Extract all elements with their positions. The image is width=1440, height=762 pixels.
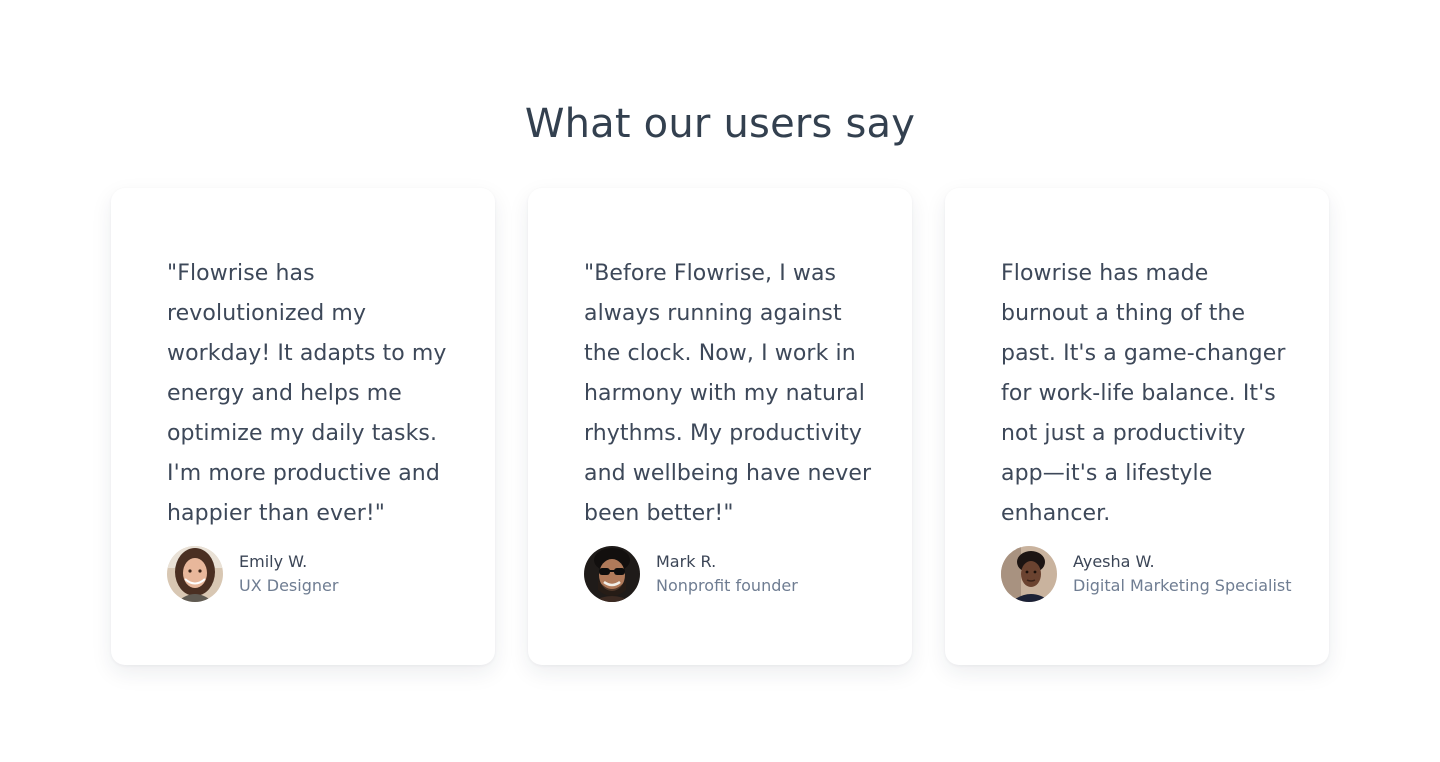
author-role: Nonprofit founder <box>656 576 798 595</box>
testimonial-quote: "Before Flowrise, I was always running a… <box>584 261 872 526</box>
avatar <box>167 546 223 602</box>
avatar <box>584 546 640 602</box>
author-role: Digital Marketing Specialist <box>1073 576 1292 595</box>
avatar-photo-icon <box>584 546 640 602</box>
author-name: Mark R. <box>656 552 717 571</box>
avatar-photo-icon <box>1001 546 1057 602</box>
author-name: Ayesha W. <box>1073 552 1155 571</box>
testimonial-quote: "Flowrise has revolutionized my workday!… <box>167 261 447 526</box>
author-name: Emily W. <box>239 552 308 571</box>
testimonial-card-emily: "Flowrise has revolutionized my workday!… <box>111 188 495 665</box>
author-role: UX Designer <box>239 576 339 595</box>
testimonial-author: Emily W. UX Designer <box>167 546 338 602</box>
avatar <box>1001 546 1057 602</box>
testimonial-author: Mark R. Nonprofit founder <box>584 546 798 602</box>
testimonial-quote: Flowrise has made burnout a thing of the… <box>1001 261 1286 526</box>
testimonial-card-mark: "Before Flowrise, I was always running a… <box>528 188 912 665</box>
section-title: What our users say <box>524 101 916 147</box>
testimonial-author: Ayesha W. Digital Marketing Specialist <box>1001 546 1292 602</box>
testimonial-card-ayesha: Flowrise has made burnout a thing of the… <box>945 188 1329 665</box>
testimonials-section: What our users say "Flowrise has revolut… <box>0 0 1440 762</box>
avatar-photo-icon <box>167 546 223 602</box>
testimonial-cards: "Flowrise has revolutionized my workday!… <box>111 188 1329 665</box>
